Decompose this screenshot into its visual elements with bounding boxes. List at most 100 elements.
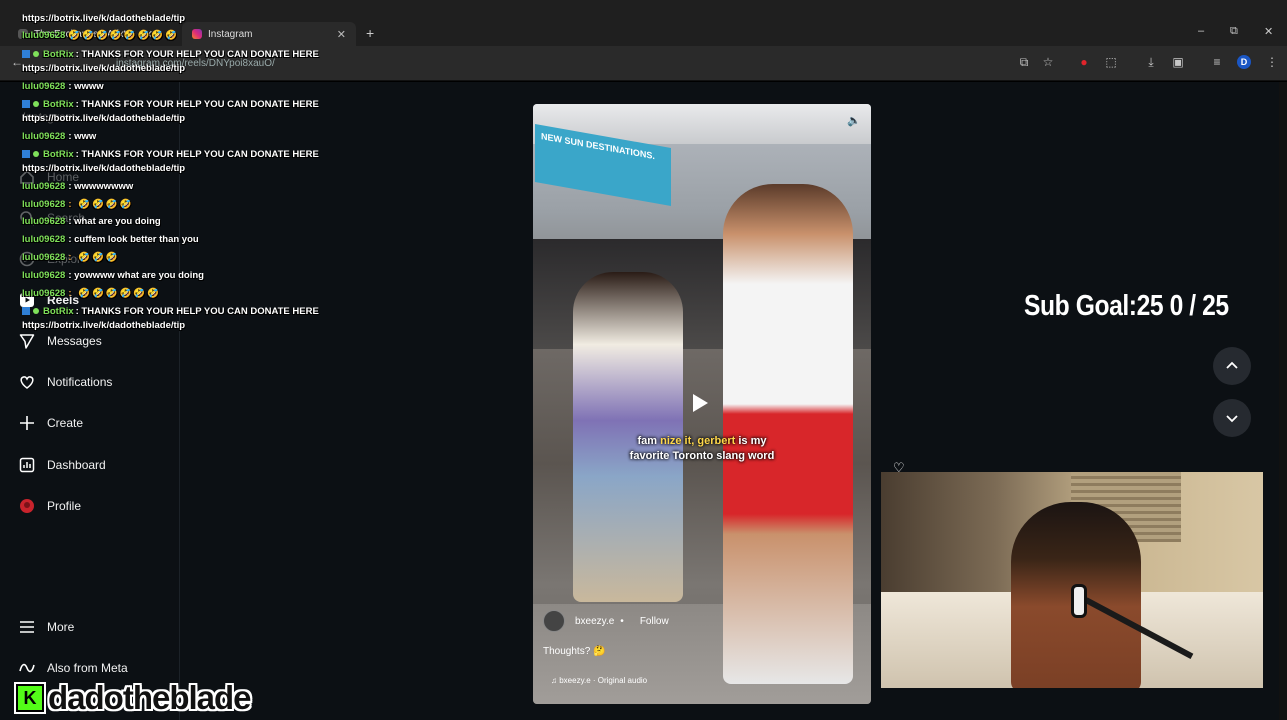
- reel-audio[interactable]: ♫ bxeezy.e · Original audio: [551, 676, 647, 685]
- caption-part: is my: [735, 435, 767, 447]
- reel-description: Thoughts? 🤔: [543, 646, 606, 657]
- sidebar-item-profile[interactable]: Profile: [18, 497, 81, 515]
- close-tab-icon[interactable]: ✕: [337, 28, 346, 41]
- chat-text: : THANKS FOR YOUR HELP YOU CAN DONATE HE…: [75, 149, 319, 160]
- chat-username[interactable]: lulu09628: [22, 216, 65, 227]
- chevron-up-icon: [1226, 361, 1238, 369]
- chat-link-text: https://botrix.live/k/dadotheblade/tip: [22, 13, 186, 24]
- chat-link-text: https://botrix.live/k/dadotheblade/tip: [22, 320, 186, 331]
- chat-username[interactable]: lulu09628: [22, 234, 65, 245]
- chat-bot-message: BotRix: THANKS FOR YOUR HELP YOU CAN DON…: [22, 99, 319, 110]
- chat-username[interactable]: BotRix: [43, 149, 74, 160]
- verified-badge-icon: [33, 101, 39, 107]
- chat-message: lulu09628: cuffem look better than you: [22, 234, 199, 245]
- follow-button[interactable]: Follow: [640, 616, 669, 627]
- chat-message: lulu09628 🤣🤣🤣🤣🤣🤣🤣🤣: [22, 30, 179, 41]
- bot-badge-icon: [22, 150, 30, 158]
- audio-label: bxeezy.e · Original audio: [559, 676, 648, 685]
- chat-username[interactable]: lulu09628: [22, 181, 65, 192]
- sidebar-item-messages[interactable]: Messages: [18, 332, 102, 350]
- chat-username[interactable]: BotRix: [43, 49, 74, 60]
- download-icon[interactable]: ⤓: [1144, 55, 1158, 69]
- browser-menu-icon[interactable]: ⋮: [1265, 55, 1279, 69]
- sidebar-item-label: Create: [47, 416, 84, 430]
- chat-link[interactable]: https://botrix.live/k/dadotheblade/tip: [22, 113, 185, 124]
- media-control-icon[interactable]: ≡: [1210, 55, 1224, 69]
- chat-text: : THANKS FOR YOUR HELP YOU CAN DONATE HE…: [75, 99, 319, 110]
- caption-highlight: nize it: [660, 435, 692, 447]
- sidebar-item-label: Dashboard: [47, 458, 106, 472]
- chat-username[interactable]: lulu09628: [22, 270, 65, 281]
- sidebar-item-also-from-meta[interactable]: Also from Meta: [18, 659, 128, 677]
- chat-username[interactable]: BotRix: [43, 99, 74, 110]
- new-tab-button[interactable]: +: [366, 25, 374, 41]
- tab-title: Instagram: [208, 28, 253, 40]
- previous-reel-button[interactable]: [1213, 347, 1251, 385]
- chat-link-text: https://botrix.live/k/dadotheblade/tip: [22, 63, 186, 74]
- chat-text: : THANKS FOR YOUR HELP YOU CAN DONATE HE…: [75, 306, 319, 317]
- chat-username[interactable]: lulu09628: [22, 288, 65, 299]
- verified-badge-icon: [33, 151, 39, 157]
- messages-icon: [18, 332, 36, 350]
- split-view-icon[interactable]: ▣: [1171, 55, 1185, 69]
- chat-link[interactable]: https://botrix.live/k/dadotheblade/tip: [22, 163, 185, 174]
- chat-username[interactable]: lulu09628: [22, 131, 65, 142]
- kick-logo-icon: K: [16, 684, 44, 712]
- bot-badge-icon: [22, 50, 30, 58]
- play-icon[interactable]: [693, 394, 708, 412]
- chat-message: lulu09628: wwww: [22, 81, 104, 92]
- install-app-icon[interactable]: ⧉: [1017, 55, 1031, 69]
- chat-username[interactable]: lulu09628: [22, 30, 65, 41]
- profile-avatar[interactable]: D: [1237, 55, 1251, 69]
- chat-text: : wwwwwwww: [68, 181, 134, 192]
- chat-message: lulu09628: 🤣🤣🤣🤣: [22, 199, 133, 210]
- chat-message: lulu09628: what are you doing: [22, 216, 161, 227]
- chat-bot-message: BotRix: THANKS FOR YOUR HELP YOU CAN DON…: [22, 306, 319, 317]
- chat-text: : yowwww what are you doing: [68, 270, 204, 281]
- bot-badge-icon: [22, 307, 30, 315]
- extension-red-icon[interactable]: ●: [1077, 55, 1091, 69]
- reel-video[interactable]: NEW SUN DESTINATIONS. 🔈 fam nize it, ger…: [533, 104, 871, 704]
- sub-goal-overlay: Sub Goal:25 0 / 25: [1024, 290, 1229, 322]
- plus-icon: [18, 414, 36, 432]
- chat-text: : what are you doing: [68, 216, 161, 227]
- author-avatar[interactable]: [543, 610, 565, 632]
- streamer-brand: K dadotheblade: [16, 679, 252, 716]
- verified-badge-icon: [33, 308, 39, 314]
- author-username[interactable]: bxeezy.e: [575, 616, 614, 627]
- sidebar-item-more[interactable]: More: [18, 618, 74, 636]
- meta-icon: [18, 659, 36, 677]
- chat-username[interactable]: lulu09628: [22, 199, 65, 210]
- chat-link[interactable]: https://botrix.live/k/dadotheblade/tip: [22, 13, 185, 24]
- chat-text: : www: [68, 131, 97, 142]
- chat-message: lulu09628: www: [22, 131, 96, 142]
- sidebar-item-dashboard[interactable]: Dashboard: [18, 456, 106, 474]
- volume-icon[interactable]: 🔈: [847, 114, 861, 127]
- caption-line: favorite Toronto slang word: [629, 450, 775, 462]
- chat-link[interactable]: https://botrix.live/k/dadotheblade/tip: [22, 320, 185, 331]
- chat-bot-message: BotRix: THANKS FOR YOUR HELP YOU CAN DON…: [22, 149, 319, 160]
- chat-message: lulu09628: 🤣🤣🤣🤣🤣🤣: [22, 288, 161, 299]
- page-scrollbar[interactable]: [1279, 82, 1287, 720]
- instagram-favicon-icon: [192, 29, 202, 39]
- verified-badge-icon: [33, 51, 39, 57]
- separator-dot: •: [620, 615, 624, 627]
- close-window-button[interactable]: ✕: [1264, 25, 1273, 38]
- extensions-puzzle-icon[interactable]: ⬚: [1104, 55, 1118, 69]
- minimize-button[interactable]: –: [1198, 25, 1204, 37]
- bookmark-star-icon[interactable]: ☆: [1041, 55, 1055, 69]
- tab-instagram[interactable]: Instagram ✕: [182, 22, 356, 46]
- sidebar-item-notifications[interactable]: Notifications: [18, 373, 112, 391]
- next-reel-button[interactable]: [1213, 399, 1251, 437]
- chat-username[interactable]: lulu09628: [22, 81, 65, 92]
- chat-link[interactable]: https://botrix.live/k/dadotheblade/tip: [22, 63, 185, 74]
- bot-badge-icon: [22, 100, 30, 108]
- heart-icon: [18, 373, 36, 391]
- maximize-button[interactable]: ⧉: [1230, 25, 1238, 38]
- sidebar-item-create[interactable]: Create: [18, 414, 83, 432]
- chat-username[interactable]: BotRix: [43, 306, 74, 317]
- chat-text: : 🤣🤣🤣🤣: [68, 199, 134, 210]
- chat-text: : 🤣🤣🤣🤣🤣🤣: [68, 288, 162, 299]
- chat-username[interactable]: lulu09628: [22, 252, 65, 263]
- chat-message: lulu09628: wwwwwwww: [22, 181, 133, 192]
